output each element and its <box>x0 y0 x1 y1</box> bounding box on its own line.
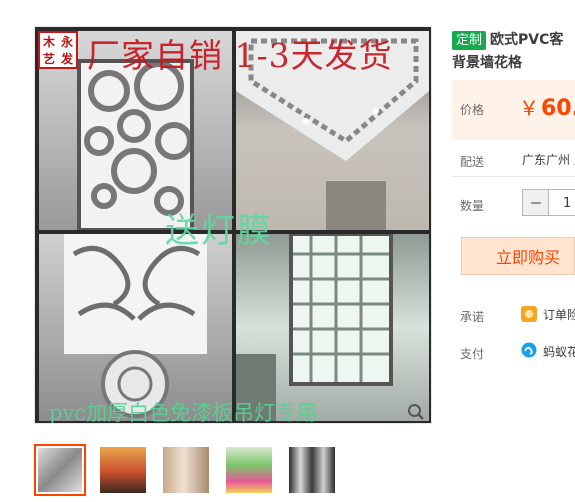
price-value: ￥60. <box>519 92 575 121</box>
delivery-label: 配送 <box>460 155 485 169</box>
payment-label: 支付 <box>460 347 485 361</box>
promise-row: 承诺 订单险 <box>460 306 575 325</box>
promo-overlay-text: 厂家自销 1-3天发货 <box>87 36 393 75</box>
payment-value[interactable]: 蚂蚁花 <box>543 343 575 360</box>
product-subtitle: 背景墙花格 <box>452 55 522 71</box>
image-panel-lattice <box>236 234 429 421</box>
insurance-icon <box>521 306 537 322</box>
thumbnail-3[interactable] <box>160 444 212 496</box>
buy-now-button[interactable]: 立即购买 <box>461 237 575 275</box>
product-title: 定制 欧式PVC客 <box>452 30 575 51</box>
quantity-label: 数量 <box>460 199 485 213</box>
promise-label: 承诺 <box>460 310 485 324</box>
price-amount: 60. <box>541 96 575 121</box>
delivery-row: 配送 广东广州 至 <box>460 151 575 170</box>
image-panel-ceiling-scrolls <box>39 234 232 421</box>
brand-stamp-logo: 木 永 艺 发 <box>38 31 78 69</box>
alipay-icon <box>521 342 537 358</box>
quantity-row: 数量 <box>460 195 484 214</box>
price-label: 价格 <box>460 103 485 117</box>
gift-overlay-text: 送灯膜 <box>165 211 273 251</box>
delivery-location[interactable]: 广东广州 至 <box>522 151 575 168</box>
main-product-image[interactable]: 木 永 艺 发 厂家自销 1-3天发货 送灯膜 pvc加厚白色免漆板吊灯专用 <box>34 26 432 424</box>
payment-row: 支付 蚂蚁花 <box>460 343 575 362</box>
product-page: 木 永 艺 发 厂家自销 1-3天发货 送灯膜 pvc加厚白色免漆板吊灯专用 定… <box>0 0 575 502</box>
thumbnail-2[interactable] <box>97 444 149 496</box>
promise-value[interactable]: 订单险 <box>543 306 575 323</box>
minus-icon <box>530 201 541 204</box>
custom-tag-badge: 定制 <box>452 31 487 50</box>
thumbnail-5[interactable] <box>286 444 338 496</box>
product-title-text: 欧式PVC客 <box>490 32 564 48</box>
zoom-icon[interactable] <box>407 403 425 421</box>
divider <box>452 176 575 177</box>
quantity-input[interactable] <box>553 193 575 213</box>
quantity-decrease-button[interactable] <box>523 190 549 215</box>
thumbnail-1[interactable] <box>34 444 86 496</box>
material-overlay-text: pvc加厚白色免漆板吊灯专用 <box>49 401 318 424</box>
currency-symbol: ￥ <box>519 96 539 120</box>
thumbnail-4[interactable] <box>223 444 275 496</box>
quantity-stepper <box>522 189 575 216</box>
price-box: 价格 ￥60. <box>452 80 575 140</box>
